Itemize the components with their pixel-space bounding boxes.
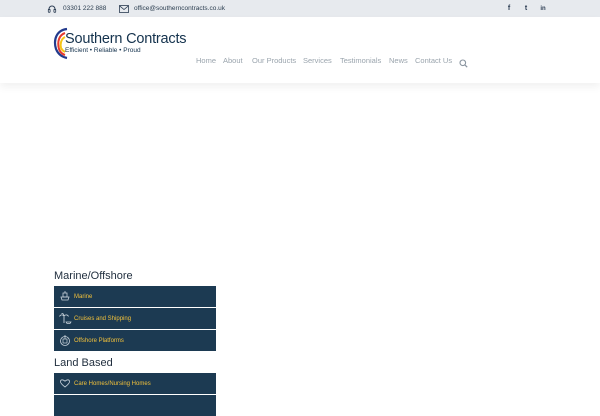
nav-our-products[interactable]: Our Products bbox=[252, 54, 296, 66]
nav-contact-us[interactable]: Contact Us bbox=[415, 54, 452, 66]
menu-item-label: Care Homes/Nursing Homes bbox=[74, 380, 151, 387]
nav-about[interactable]: About bbox=[223, 54, 243, 66]
top-bar: 03301 222 888 office@southerncontracts.c… bbox=[0, 0, 600, 17]
nav-news-link[interactable]: News bbox=[389, 56, 408, 65]
menu-item-care-homes[interactable]: Care Homes/Nursing Homes bbox=[54, 373, 216, 394]
heart-hand-icon bbox=[58, 376, 72, 390]
nav-about-link[interactable]: About bbox=[223, 56, 243, 65]
phone-number[interactable]: 03301 222 888 bbox=[63, 5, 106, 12]
nav-testimonials-link[interactable]: Testimonials bbox=[340, 56, 381, 65]
section-title-land-based: Land Based bbox=[54, 357, 113, 369]
nav-home[interactable]: Home bbox=[196, 54, 216, 66]
nav-our-products-link[interactable]: Our Products bbox=[252, 56, 296, 65]
nav-contact-us-link[interactable]: Contact Us bbox=[415, 56, 452, 65]
facebook-icon[interactable]: f bbox=[503, 0, 515, 17]
section-title-marine-offshore: Marine/Offshore bbox=[54, 270, 133, 282]
nav-testimonials[interactable]: Testimonials bbox=[340, 54, 381, 66]
menu-item-label: Offshore Platforms bbox=[74, 337, 124, 344]
logo-tagline: Efficient • Reliable • Proud bbox=[65, 47, 141, 54]
menu-item-label: Cruises and Shipping bbox=[74, 315, 132, 322]
email-address[interactable]: office@southerncontracts.co.uk bbox=[134, 5, 225, 12]
headset-icon bbox=[47, 4, 57, 14]
envelope-icon bbox=[119, 4, 129, 13]
menu-item-cruises-and-shipping[interactable]: Cruises and Shipping bbox=[54, 308, 216, 329]
ship-icon bbox=[58, 289, 72, 303]
menu-item-offshore-platforms[interactable]: Offshore Platforms bbox=[54, 330, 216, 351]
search-icon[interactable] bbox=[459, 55, 468, 68]
email-contact[interactable]: office@southerncontracts.co.uk bbox=[119, 0, 225, 17]
nav-services[interactable]: Services bbox=[303, 54, 332, 66]
logo-title: Southern Contracts bbox=[65, 31, 187, 47]
palm-tree-icon bbox=[58, 311, 72, 325]
menu-item-label: Marine bbox=[74, 293, 93, 300]
site-header: Southern Contracts Efficient • Reliable … bbox=[0, 17, 600, 83]
nav-services-link[interactable]: Services bbox=[303, 56, 332, 65]
nav-home-link[interactable]: Home bbox=[196, 56, 216, 65]
platform-icon bbox=[58, 333, 72, 347]
nav-news[interactable]: News bbox=[389, 54, 408, 66]
twitter-icon[interactable]: t bbox=[520, 0, 532, 17]
menu-item-next[interactable] bbox=[54, 395, 216, 416]
linkedin-icon[interactable]: in bbox=[537, 0, 549, 17]
site-logo[interactable]: Southern Contracts Efficient • Reliable … bbox=[53, 25, 187, 65]
menu-item-marine[interactable]: Marine bbox=[54, 286, 216, 307]
phone-contact[interactable]: 03301 222 888 bbox=[47, 0, 106, 17]
